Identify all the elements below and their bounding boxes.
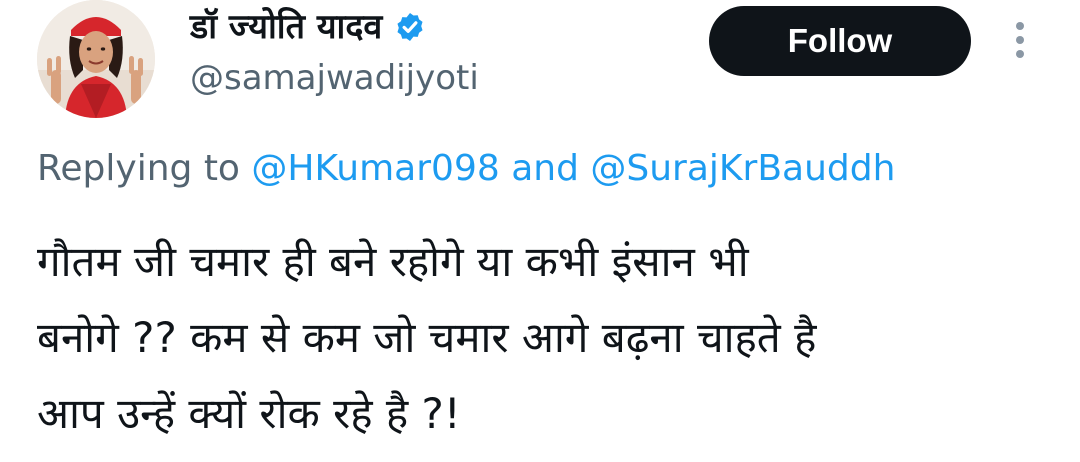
reply-mention-joiner: and <box>499 148 591 189</box>
tweet-text-line: गौतम जी चमार ही बने रहोगे या कभी इंसान भ… <box>37 237 749 286</box>
vertical-ellipsis-icon[interactable] <box>1008 18 1032 62</box>
tweet-text-line: आप उन्हें क्यों रोक रहे है ?! <box>37 389 461 438</box>
author-display-name[interactable]: डॉ ज्योति यादव <box>190 5 382 49</box>
verified-badge-icon[interactable] <box>394 11 426 43</box>
reply-mention-hkumar098[interactable]: @HKumar098 <box>251 148 499 189</box>
avatar-photo <box>37 0 155 118</box>
reply-mention-surajkrbauddh[interactable]: @SurajKrBauddh <box>590 148 895 189</box>
replying-to-line: Replying to @HKumar098 and @SurajKrBaudd… <box>37 144 895 194</box>
replying-to-label: Replying to <box>37 148 252 189</box>
tweet-body: गौतम जी चमार ही बने रहोगे या कभी इंसान भ… <box>37 224 1047 452</box>
avatar[interactable] <box>37 0 155 118</box>
follow-button[interactable]: Follow <box>709 6 971 76</box>
tweet-text-line: बनोगे ?? कम से कम जो चमार आगे बढ़ना चाहत… <box>37 313 817 362</box>
tweet-card: डॉ ज्योति यादव @samajwadijyoti Follow Re… <box>0 0 1080 462</box>
author-name-row: डॉ ज्योति यादव <box>190 2 426 52</box>
author-handle[interactable]: @samajwadijyoti <box>190 56 479 100</box>
